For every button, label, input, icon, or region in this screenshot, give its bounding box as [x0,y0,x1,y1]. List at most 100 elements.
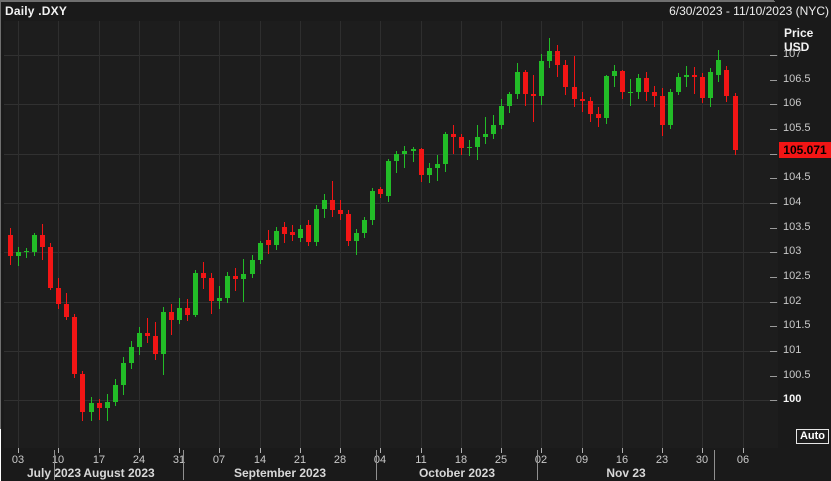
candle-down [451,133,456,138]
time-axis-tick [501,448,502,453]
candle-up [668,91,673,126]
time-axis-day-label: 14 [253,454,267,466]
time-axis-tick [662,448,663,453]
candle-down [64,303,69,317]
time-axis-day-label: 07 [212,454,226,466]
price-axis-label: 100 [783,393,802,405]
candle-down [72,316,77,375]
candle-down [338,210,343,214]
candle-up [274,230,279,245]
price-axis-label: 105.5 [783,122,811,134]
candle-down [378,189,383,195]
candle-down [523,71,528,94]
v-gridline [139,21,140,448]
time-axis-day-label: 25 [494,454,508,466]
price-axis-label: 102 [783,295,802,307]
time-axis-day-label: 31 [172,454,186,466]
month-divider [537,450,538,480]
candle-up [402,150,407,154]
last-price-badge: 105.071 [779,142,831,158]
candle-up [435,164,440,169]
v-gridline [380,21,381,448]
candle-down [8,235,13,257]
candle-up [225,275,230,299]
time-axis-tick [260,448,261,453]
candle-down [185,308,190,316]
candle-up [32,234,37,253]
auto-scale-button[interactable]: Auto [795,429,829,444]
candle-down [169,311,174,321]
candle-down [40,234,45,248]
price-axis-label: 104.5 [783,171,811,183]
candle-up [298,228,303,239]
candle-up [636,77,641,92]
time-axis-tick [622,448,623,453]
candle-down [733,95,738,151]
v-gridline [260,21,261,448]
candle-up [250,260,255,275]
v-gridline [219,21,220,448]
candle-down [588,101,593,115]
candle-down [563,64,568,88]
candle-up [708,71,713,99]
price-axis-label: 104 [783,196,802,208]
candle-up [177,308,182,321]
candle-down [459,137,464,149]
candle-wick [243,258,244,302]
candle-down [290,231,295,235]
candle-down [145,332,150,337]
candle-down [531,93,536,96]
price-axis-title-line1: Price [784,26,814,40]
candle-up [515,71,520,94]
v-gridline [18,21,19,448]
time-axis-day-label: 28 [333,454,347,466]
candle-down [330,200,335,211]
price-axis-label: 106 [783,97,802,109]
candle-down [572,87,577,100]
candlestick-plot-area[interactable] [4,21,778,448]
time-axis-tick [380,448,381,453]
time-axis-day-label: 10 [51,454,65,466]
candle-up [105,401,110,409]
candle-up [539,60,544,96]
time-axis-month-label: October 2023 [418,466,496,480]
time-axis-day-label: 09 [575,454,589,466]
candle-up [241,274,246,279]
month-divider [714,450,715,480]
month-divider [376,450,377,480]
candle-up [113,385,118,402]
candle-wick [485,117,486,144]
time-axis-day-label: 02 [534,454,548,466]
time-axis-month-label: July 2023 [26,466,82,480]
candle-down [346,213,351,242]
date-range-label: 6/30/2023 - 11/10/2023 (NYC) [669,4,829,18]
candle-up [628,91,633,93]
time-axis-day-label: 04 [373,454,387,466]
time-axis-tick [421,448,422,453]
candle-up [499,106,504,126]
candle-down [596,114,601,119]
chart-window: Daily .DXY 6/30/2023 - 11/10/2023 (NYC) … [0,0,831,481]
candle-up [411,149,416,151]
candle-up [467,146,472,149]
time-axis-day-label: 18 [454,454,468,466]
plot-frame [0,0,774,1]
price-axis-title-line2: USD [784,40,810,54]
candle-wick [614,65,615,88]
time-axis-tick [702,448,703,453]
time-axis-tick [179,448,180,453]
time-axis-tick [541,448,542,453]
price-axis-title: Price USD [784,26,813,54]
candle-up [193,272,198,316]
price-axis-label: 101 [783,344,802,356]
candle-up [507,93,512,107]
candle-up [547,51,552,61]
chart-title: Daily .DXY [5,4,68,18]
v-gridline [179,21,180,448]
candle-up [604,75,609,119]
plot-frame [0,1,775,2]
candle-up [427,168,432,175]
price-axis-label: 102.5 [783,270,811,282]
v-gridline [421,21,422,448]
time-axis-day-label: 30 [695,454,709,466]
